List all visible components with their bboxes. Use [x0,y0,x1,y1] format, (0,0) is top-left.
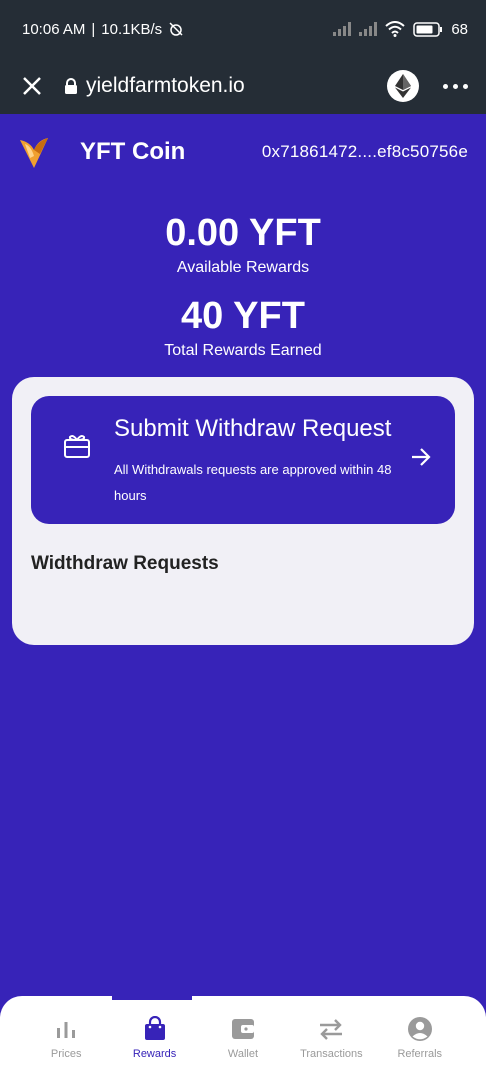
app-header: YFT Coin 0x71861472....ef8c50756e [0,114,486,190]
available-rewards-value: 0.00 YFT [165,212,321,254]
total-rewards-value: 40 YFT [181,295,305,337]
close-icon [23,77,41,95]
nav-label-rewards: Rewards [132,1048,177,1060]
yft-logo-icon [20,138,48,168]
bar-chart-icon [57,1022,76,1038]
signal-icon [333,22,352,36]
status-network-speed: 10.1KB/s [101,20,163,38]
nav-label-referrals: Referrals [397,1048,443,1060]
swap-icon [320,1019,343,1040]
battery-icon [413,21,443,37]
withdraw-title: Submit Withdraw Request [114,415,392,442]
wifi-icon [385,21,405,37]
url-bar[interactable]: yieldfarmtoken.io [64,74,245,98]
nav-label-prices: Prices [50,1048,82,1060]
nav-label-transactions: Transactions [300,1048,363,1060]
more-dot-icon [453,83,458,89]
available-rewards-label: Available Rewards [176,259,310,276]
lock-icon [65,77,77,94]
withdraw-requests-heading: Widthdraw Requests [31,553,219,574]
shopping-bag-icon [144,1016,165,1040]
more-dot-icon [463,83,468,89]
more-options-button[interactable] [441,78,470,95]
alarm-off-icon [169,22,183,36]
signal-icon-2 [359,22,378,36]
ethereum-network-button[interactable] [387,70,419,102]
ethereum-icon [395,74,411,98]
total-rewards-label: Total Rewards Earned [164,342,322,359]
nav-item-prices[interactable]: Prices [26,996,106,1080]
nav-item-transactions[interactable]: Transactions [291,996,371,1080]
wallet-icon [231,1019,254,1039]
status-bar: 10:06 AM | 10.1KB/s 68 [0,0,486,58]
nav-item-wallet[interactable]: Wallet [203,996,283,1080]
close-button[interactable] [18,72,46,100]
status-time: 10:06 AM [22,20,86,38]
bottom-navigation: Prices Rewards Wallet Transactions Refer… [0,996,486,1080]
gift-card-icon [64,435,90,458]
available-rewards-section: 0.00 YFT Available Rewards [0,212,486,277]
more-dot-icon [443,83,448,89]
nav-label-wallet: Wallet [227,1048,259,1060]
nav-item-rewards[interactable]: Rewards [115,996,195,1080]
total-rewards-section: 40 YFT Total Rewards Earned [0,295,486,360]
submit-withdraw-request-button[interactable]: Submit Withdraw Request All Withdrawals … [31,396,455,524]
nav-item-referrals[interactable]: Referrals [380,996,460,1080]
browser-toolbar: yieldfarmtoken.io [0,58,486,114]
arrow-right-icon [412,448,431,466]
withdraw-card: Submit Withdraw Request All Withdrawals … [12,377,474,645]
brand-name: YFT Coin [80,138,186,165]
active-tab-indicator [112,996,192,1000]
battery-percentage: 68 [451,20,468,38]
wallet-address[interactable]: 0x71861472....ef8c50756e [262,142,468,162]
account-circle-icon [407,1017,432,1041]
url-text: yieldfarmtoken.io [86,74,245,97]
withdraw-description: All Withdrawals requests are approved wi… [114,462,392,503]
